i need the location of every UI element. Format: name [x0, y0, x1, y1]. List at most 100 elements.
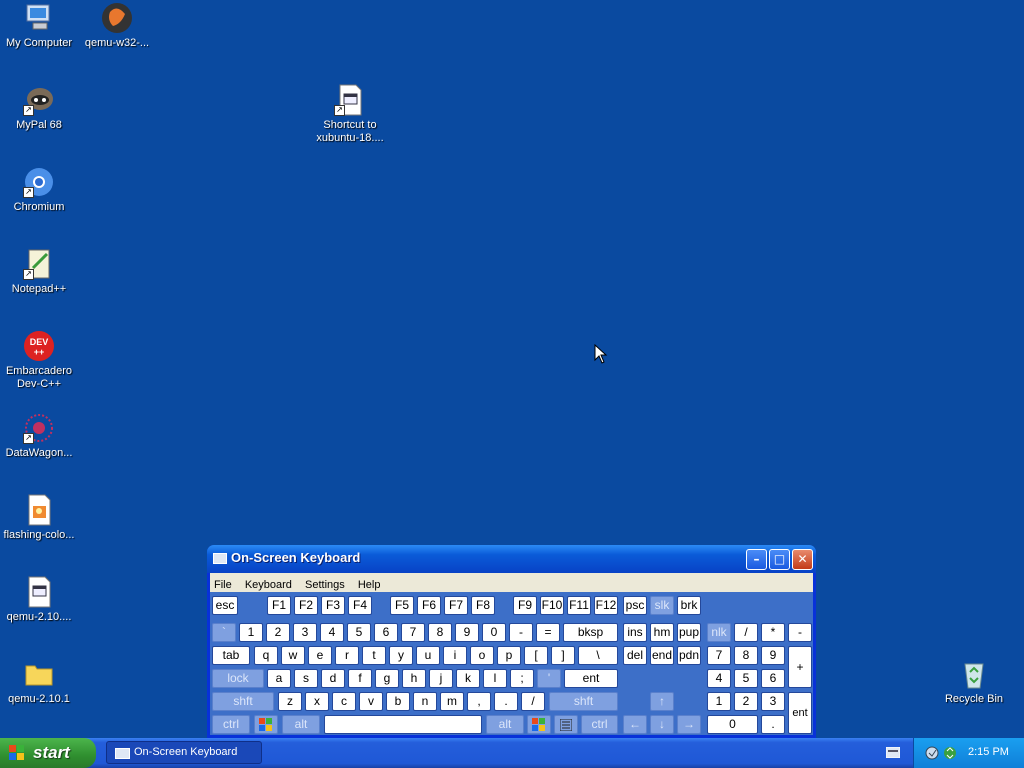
key-f3[interactable]: F3 — [321, 596, 345, 615]
key-num-8[interactable]: 8 — [734, 646, 758, 665]
key-num-3[interactable]: 3 — [761, 692, 785, 711]
key-alt-left[interactable]: alt — [282, 715, 320, 734]
key-f7[interactable]: F7 — [444, 596, 468, 615]
key-semicolon[interactable]: ; — [510, 669, 534, 688]
menu-keyboard[interactable]: Keyboard — [241, 576, 296, 591]
key-u[interactable]: u — [416, 646, 440, 665]
key-slash[interactable]: / — [521, 692, 545, 711]
key-a[interactable]: a — [267, 669, 291, 688]
key-3[interactable]: 3 — [293, 623, 317, 642]
key-arrow-down[interactable]: ↓ — [650, 715, 674, 734]
key-shift-right[interactable]: shft — [549, 692, 618, 711]
key-q[interactable]: q — [254, 646, 278, 665]
key-7[interactable]: 7 — [401, 623, 425, 642]
key-o[interactable]: o — [470, 646, 494, 665]
key-lock[interactable]: lock — [212, 669, 264, 688]
key-ins[interactable]: ins — [623, 623, 647, 642]
key-shift-left[interactable]: shft — [212, 692, 274, 711]
key-backtick[interactable]: ` — [212, 623, 236, 642]
key-n[interactable]: n — [413, 692, 437, 711]
key-num-multiply[interactable]: * — [761, 623, 785, 642]
key-r[interactable]: r — [335, 646, 359, 665]
key-f9[interactable]: F9 — [513, 596, 537, 615]
key-0[interactable]: 0 — [482, 623, 506, 642]
key-num-5[interactable]: 5 — [734, 669, 758, 688]
desktop-icon-notepadpp[interactable]: ↗ Notepad++ — [0, 248, 79, 296]
desktop-icon-devcpp[interactable]: DEV ++ Embarcadero Dev-C++ — [0, 330, 79, 391]
desktop-icon-my-computer[interactable]: My Computer — [0, 2, 79, 50]
key-f2[interactable]: F2 — [294, 596, 318, 615]
start-button[interactable]: start — [0, 738, 96, 768]
tray-icon-2[interactable] — [942, 745, 958, 761]
menu-settings[interactable]: Settings — [301, 576, 349, 591]
key-f6[interactable]: F6 — [417, 596, 441, 615]
key-equals[interactable]: = — [536, 623, 560, 642]
key-f4[interactable]: F4 — [348, 596, 372, 615]
key-x[interactable]: x — [305, 692, 329, 711]
key-v[interactable]: v — [359, 692, 383, 711]
key-l[interactable]: l — [483, 669, 507, 688]
key-backslash[interactable]: \ — [578, 646, 618, 665]
key-8[interactable]: 8 — [428, 623, 452, 642]
menu-file[interactable]: File — [210, 576, 236, 591]
taskbar-item-osk[interactable]: On-Screen Keyboard — [106, 741, 262, 764]
key-f1[interactable]: F1 — [267, 596, 291, 615]
key-num-4[interactable]: 4 — [707, 669, 731, 688]
desktop-icon-chromium[interactable]: ↗ Chromium — [0, 166, 79, 214]
key-del[interactable]: del — [623, 646, 647, 665]
desktop-icon-shortcut-xubuntu[interactable]: ↗ Shortcut to xubuntu-18.... — [310, 84, 390, 145]
desktop-icon-qemu-2-10-1-folder[interactable]: qemu-2.10.1 — [0, 658, 79, 706]
key-num-0[interactable]: 0 — [707, 715, 758, 734]
key-lbracket[interactable]: [ — [524, 646, 548, 665]
key-num-6[interactable]: 6 — [761, 669, 785, 688]
key-arrow-left[interactable]: ← — [623, 715, 647, 734]
key-nlk[interactable]: nlk — [707, 623, 731, 642]
key-p[interactable]: p — [497, 646, 521, 665]
key-4[interactable]: 4 — [320, 623, 344, 642]
key-num-plus[interactable]: + — [788, 646, 812, 688]
key-win-left[interactable] — [254, 715, 278, 734]
key-ctrl-right[interactable]: ctrl — [581, 715, 618, 734]
key-quote[interactable]: ' — [537, 669, 561, 688]
key-comma[interactable]: , — [467, 692, 491, 711]
key-end[interactable]: end — [650, 646, 674, 665]
key-9[interactable]: 9 — [455, 623, 479, 642]
close-button[interactable]: ✕ — [792, 549, 813, 570]
key-5[interactable]: 5 — [347, 623, 371, 642]
desktop-icon-recycle-bin[interactable]: Recycle Bin — [934, 658, 1014, 706]
key-space[interactable] — [324, 715, 482, 734]
key-num-minus[interactable]: - — [788, 623, 812, 642]
key-g[interactable]: g — [375, 669, 399, 688]
key-j[interactable]: j — [429, 669, 453, 688]
key-num-9[interactable]: 9 — [761, 646, 785, 665]
key-arrow-right[interactable]: → — [677, 715, 701, 734]
key-minus[interactable]: - — [509, 623, 533, 642]
clock[interactable]: 2:15 PM — [968, 746, 1009, 758]
key-slk[interactable]: slk — [650, 596, 674, 615]
key-alt-right[interactable]: alt — [486, 715, 524, 734]
key-num-divide[interactable]: / — [734, 623, 758, 642]
key-6[interactable]: 6 — [374, 623, 398, 642]
osk-window[interactable]: On-Screen Keyboard – □ ✕ File Keyboard S… — [207, 545, 816, 738]
key-esc[interactable]: esc — [212, 596, 238, 615]
key-period[interactable]: . — [494, 692, 518, 711]
maximize-button[interactable]: □ — [769, 549, 790, 570]
key-win-right[interactable] — [527, 715, 551, 734]
key-h[interactable]: h — [402, 669, 426, 688]
key-f[interactable]: f — [348, 669, 372, 688]
desktop-icon-flashing-colo[interactable]: flashing-colo... — [0, 494, 79, 542]
key-z[interactable]: z — [278, 692, 302, 711]
minimize-button[interactable]: – — [746, 549, 767, 570]
key-f5[interactable]: F5 — [390, 596, 414, 615]
key-b[interactable]: b — [386, 692, 410, 711]
key-num-2[interactable]: 2 — [734, 692, 758, 711]
keyboard-layout-icon[interactable] — [886, 747, 900, 758]
key-num-decimal[interactable]: . — [761, 715, 785, 734]
key-ctrl-left[interactable]: ctrl — [212, 715, 250, 734]
key-f10[interactable]: F10 — [540, 596, 564, 615]
key-k[interactable]: k — [456, 669, 480, 688]
key-brk[interactable]: brk — [677, 596, 701, 615]
key-y[interactable]: y — [389, 646, 413, 665]
key-2[interactable]: 2 — [266, 623, 290, 642]
key-num-1[interactable]: 1 — [707, 692, 731, 711]
